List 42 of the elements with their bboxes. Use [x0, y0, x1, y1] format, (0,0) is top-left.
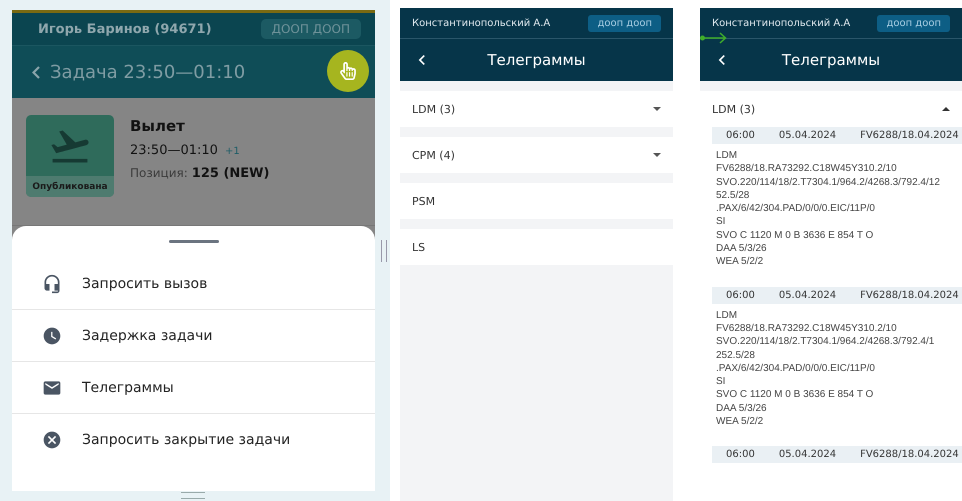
menu-item[interactable]: Задержка задачи: [12, 310, 375, 362]
task-time: 23:50—01:10: [130, 143, 218, 158]
sheet-grip[interactable]: [168, 240, 218, 243]
arrow-icon: [700, 32, 727, 44]
screen-title: Телеграммы: [780, 51, 882, 69]
screen-title: Задача 23:50—01:10: [50, 62, 246, 82]
telegram-group[interactable]: PSM: [400, 183, 673, 219]
user-button[interactable]: дооп дооп: [588, 14, 661, 32]
day-offset: +1: [224, 146, 240, 157]
position-label: Позиция:: [130, 166, 188, 180]
message-time: 06:00: [726, 290, 755, 301]
cursor-highlight-icon: [327, 50, 369, 92]
resize-handle[interactable]: [381, 240, 387, 262]
message-text: LDM FV6288/18.RA73292.C18W45Y310.2/10 SVO.220/114/18/2.T7304.1/964.2/4268.3/792.4/12 52.5/28 .PAX/6/42/304.PAD/0/0/0.EIC/11P/0 SI SVO C 1120 M 0 B 3636 E 854 T O DAA 5/3/26 WEA 5/2/2: [715, 149, 941, 270]
cancel-icon: [42, 430, 62, 450]
user-name: Константинопольский А.А: [412, 18, 550, 28]
telegram-group[interactable]: CPM (4): [400, 137, 673, 173]
chevron-left-icon: [32, 66, 40, 78]
message-flight: FV6288/18.04.2024: [860, 290, 959, 301]
message-date: 05.04.2024: [778, 130, 836, 141]
resize-handle[interactable]: [181, 492, 205, 499]
headset-icon: [42, 274, 62, 294]
message-time: 06:00: [726, 130, 755, 141]
menu-item[interactable]: Телеграммы: [12, 362, 375, 414]
status-label: Опубликована: [26, 176, 114, 197]
message-flight: FV6288/18.04.2024: [860, 449, 959, 460]
menu-item[interactable]: Запросить закрытие задачи: [12, 414, 375, 466]
clock-icon: [42, 326, 62, 346]
telegram-group[interactable]: LDM (3): [400, 91, 673, 127]
user-name: Константинопольский А.А: [712, 18, 850, 28]
user-name: Игорь Баринов (94671): [38, 22, 212, 36]
message-flight: FV6288/18.04.2024: [860, 130, 959, 141]
user-button[interactable]: дооп дооп: [877, 14, 950, 32]
task-name: Вылет: [130, 117, 186, 135]
position-value: 125 (NEW): [192, 166, 270, 181]
screen-title: Телеграммы: [486, 51, 587, 69]
telegram-group[interactable]: LS: [400, 229, 673, 265]
menu-item[interactable]: Запросить вызов: [12, 258, 375, 310]
message-text: LDM FV6288/18.RA73292.C18W45Y310.2/10 SVO.220/114/18/2.T7304.1/964.2/4268.3/792.4/1 252.5/28 .PAX/6/42/304.PAD/0/0/0.EIC/11P/0 SI SVO C 1120 M 0 B 3636 E 854 T O DAA 5/3/26 WEA 5/2/2: [715, 308, 936, 430]
message-date: 05.04.2024: [778, 290, 836, 301]
message-date: 05.04.2024: [778, 449, 836, 460]
message-time: 06:00: [726, 449, 755, 460]
